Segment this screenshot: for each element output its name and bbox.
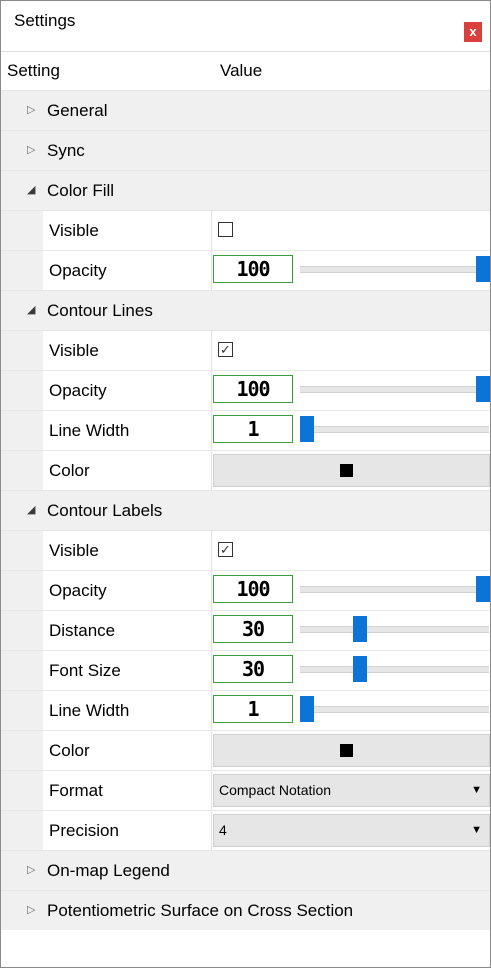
- property-label: Opacity: [49, 381, 107, 400]
- property-grid: Setting Value ▷ General ▷ Sync ◢ Color F…: [1, 51, 490, 930]
- distance-input[interactable]: 30: [213, 615, 293, 643]
- property-label: Visible: [49, 541, 99, 560]
- category-sync[interactable]: ▷ Sync: [1, 130, 490, 170]
- dropdown-arrow-icon[interactable]: ▼: [471, 775, 482, 806]
- property-label: Format: [49, 781, 103, 800]
- opacity-slider-track[interactable]: [300, 386, 489, 393]
- property-label: Visible: [49, 341, 99, 360]
- property-precision: Precision 4 ▼: [1, 810, 490, 851]
- opacity-slider-track[interactable]: [300, 266, 489, 273]
- category-cross-section[interactable]: ▷ Potentiometric Surface on Cross Sectio…: [1, 890, 490, 930]
- property-visible: Visible: [1, 210, 490, 251]
- opacity-input[interactable]: 100: [213, 255, 293, 283]
- category-label: General: [47, 101, 108, 120]
- settings-window: Settings x Setting Value ▷ General ▷ Syn…: [0, 0, 491, 968]
- visible-checkbox[interactable]: ✓: [218, 342, 233, 357]
- visible-checkbox[interactable]: [218, 222, 233, 237]
- title-bar: Settings x: [1, 1, 490, 42]
- close-button[interactable]: x: [464, 22, 482, 42]
- property-opacity: Opacity 100: [1, 370, 490, 411]
- property-label: Line Width: [49, 701, 130, 720]
- collapse-arrow-icon[interactable]: ◢: [27, 183, 35, 196]
- font-size-input[interactable]: 30: [213, 655, 293, 683]
- precision-dropdown[interactable]: 4 ▼: [213, 814, 490, 847]
- line-width-input[interactable]: 1: [213, 415, 293, 443]
- header-value: Value: [220, 61, 263, 80]
- category-label: Potentiometric Surface on Cross Section: [47, 901, 354, 920]
- property-label: Font Size: [49, 661, 121, 680]
- distance-slider-track[interactable]: [300, 626, 489, 633]
- line-width-slider-track[interactable]: [300, 706, 489, 713]
- property-label: Visible: [49, 221, 99, 240]
- property-opacity: Opacity 100: [1, 570, 490, 611]
- property-label: Opacity: [49, 261, 107, 280]
- collapse-arrow-icon[interactable]: ◢: [27, 303, 35, 316]
- category-color-fill[interactable]: ◢ Color Fill: [1, 170, 490, 210]
- grid-header: Setting Value: [1, 51, 490, 90]
- line-width-slider-thumb[interactable]: [300, 416, 314, 442]
- property-color: Color: [1, 450, 490, 491]
- line-width-slider-track[interactable]: [300, 426, 489, 433]
- property-label: Distance: [49, 621, 116, 640]
- line-width-input[interactable]: 1: [213, 695, 293, 723]
- property-label: Color: [49, 741, 90, 760]
- dropdown-arrow-icon[interactable]: ▼: [471, 815, 482, 846]
- format-selected-value: Compact Notation: [219, 782, 332, 798]
- category-label: On-map Legend: [47, 861, 170, 880]
- property-line-width: Line Width 1: [1, 410, 490, 451]
- color-swatch[interactable]: [340, 464, 353, 477]
- property-label: Precision: [49, 821, 119, 840]
- expand-arrow-icon[interactable]: ▷: [27, 863, 35, 876]
- precision-selected-value: 4: [219, 822, 227, 838]
- collapse-arrow-icon[interactable]: ◢: [27, 503, 35, 516]
- property-distance: Distance 30: [1, 610, 490, 651]
- opacity-input[interactable]: 100: [213, 575, 293, 603]
- property-opacity: Opacity 100: [1, 250, 490, 291]
- property-visible: Visible ✓: [1, 330, 490, 371]
- category-label: Contour Labels: [47, 501, 163, 520]
- opacity-slider-thumb[interactable]: [476, 256, 490, 282]
- expand-arrow-icon[interactable]: ▷: [27, 103, 35, 116]
- property-label: Line Width: [49, 421, 130, 440]
- expand-arrow-icon[interactable]: ▷: [27, 143, 35, 156]
- category-contour-labels[interactable]: ◢ Contour Labels: [1, 490, 490, 530]
- font-size-slider-track[interactable]: [300, 666, 489, 673]
- property-format: Format Compact Notation ▼: [1, 770, 490, 811]
- category-on-map-legend[interactable]: ▷ On-map Legend: [1, 850, 490, 890]
- category-general[interactable]: ▷ General: [1, 90, 490, 130]
- opacity-slider-track[interactable]: [300, 586, 489, 593]
- category-contour-lines[interactable]: ◢ Contour Lines: [1, 290, 490, 330]
- opacity-slider-thumb[interactable]: [476, 576, 490, 602]
- property-visible: Visible ✓: [1, 530, 490, 571]
- category-label: Contour Lines: [47, 301, 153, 320]
- format-dropdown[interactable]: Compact Notation ▼: [213, 774, 490, 807]
- opacity-slider-thumb[interactable]: [476, 376, 490, 402]
- distance-slider-thumb[interactable]: [352, 616, 367, 642]
- property-label: Opacity: [49, 581, 107, 600]
- window-title: Settings: [14, 11, 76, 30]
- property-font-size: Font Size 30: [1, 650, 490, 691]
- visible-checkbox[interactable]: ✓: [218, 542, 233, 557]
- property-label: Color: [49, 461, 90, 480]
- opacity-input[interactable]: 100: [213, 375, 293, 403]
- line-width-slider-thumb[interactable]: [300, 696, 314, 722]
- property-line-width: Line Width 1: [1, 690, 490, 731]
- category-label: Color Fill: [47, 181, 115, 200]
- header-setting: Setting: [7, 61, 60, 80]
- expand-arrow-icon[interactable]: ▷: [27, 903, 35, 916]
- property-color: Color: [1, 730, 490, 771]
- color-swatch[interactable]: [340, 744, 353, 757]
- category-label: Sync: [47, 141, 85, 160]
- font-size-slider-thumb[interactable]: [352, 656, 367, 682]
